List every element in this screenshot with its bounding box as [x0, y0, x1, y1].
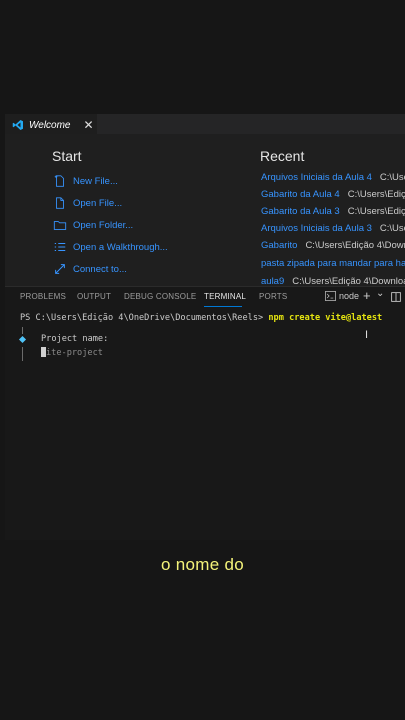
recent-item[interactable]: Gabarito C:\Users\Edição 4\Downloads: [261, 240, 405, 251]
recent-item-name: Gabarito da Aula 3: [261, 206, 340, 217]
start-heading: Start: [52, 148, 82, 164]
close-icon[interactable]: ✕: [84, 119, 94, 131]
welcome-tab[interactable]: Welcome ✕: [5, 114, 97, 135]
new-file-label: New File...: [73, 175, 118, 187]
open-file-icon: [56, 197, 64, 209]
editor-tab-bar: Welcome ✕: [5, 114, 405, 135]
recent-item-name: Gabarito: [261, 240, 298, 251]
open-file-link[interactable]: Open File...: [53, 196, 122, 210]
recent-item-name: Arquivos Iniciais da Aula 3: [261, 223, 372, 234]
recent-item-path: C:\Users\Edição 4\Downloads: [305, 240, 405, 251]
recent-item-path: C:\Users\Edição 4\Downloads: [347, 189, 405, 200]
prompt-guide-line: [22, 347, 23, 361]
terminal-prompt-line: PS C:\Users\Edição 4\OneDrive\Documentos…: [20, 313, 382, 323]
tab-terminal[interactable]: TERMINAL: [204, 292, 246, 301]
connect-to-link[interactable]: Connect to...: [53, 262, 127, 276]
chevron-down-icon[interactable]: ⌄: [376, 288, 384, 299]
split-terminal-icon[interactable]: [391, 292, 401, 302]
add-terminal-icon[interactable]: +: [363, 288, 371, 303]
folder-icon: [53, 221, 67, 230]
recent-heading: Recent: [260, 148, 305, 164]
new-file-link[interactable]: New File...: [53, 174, 118, 188]
vscode-logo-icon: [12, 120, 23, 130]
terminal-profile[interactable]: node: [325, 291, 359, 301]
list-icon: [54, 242, 66, 252]
open-folder-link[interactable]: Open Folder...: [53, 218, 133, 232]
recent-item[interactable]: Arquivos Iniciais da Aula 4 C:\Users\Ediç…: [261, 172, 405, 183]
recent-item[interactable]: Gabarito da Aula 4 C:\Users\Edição 4\Down…: [261, 189, 405, 200]
tab-problems[interactable]: PROBLEMS: [20, 292, 66, 301]
open-folder-label: Open Folder...: [73, 219, 134, 231]
open-walkthrough-label: Open a Walkthrough...: [73, 241, 168, 253]
recent-item-path: C:\Users\Edição 4\Downloads: [379, 223, 405, 234]
recent-item-path: C:\Users\Edição 4\Downloads: [379, 172, 405, 183]
typed-command: npm create vite@latest: [268, 313, 383, 323]
welcome-tab-label: Welcome: [29, 119, 71, 131]
recent-item-name: pasta zipada para mandar para has: [261, 258, 405, 269]
open-walkthrough-link[interactable]: Open a Walkthrough...: [53, 240, 168, 254]
welcome-page: Start New File... Open File... Open Fold…: [5, 134, 405, 287]
open-file-label: Open File...: [73, 197, 123, 209]
question-diamond-icon: [18, 335, 27, 344]
recent-item-path: C:\Users\Edição 4\Downloads: [347, 206, 405, 217]
tab-output[interactable]: OUTPUT: [77, 292, 111, 301]
terminal-icon: [325, 291, 336, 301]
recent-item-name: Arquivos Iniciais da Aula 4: [261, 172, 372, 183]
recent-item[interactable]: pasta zipada para mandar para has: [261, 258, 405, 269]
remote-connect-icon: [55, 264, 65, 274]
new-file-icon: [54, 175, 64, 187]
shell-name: node: [339, 291, 360, 301]
connect-to-label: Connect to...: [73, 263, 127, 275]
placeholder-rest: ite-project: [46, 348, 103, 358]
video-caption: o nome do: [160, 555, 245, 574]
bottom-panel: PROBLEMS OUTPUT DEBUG CONSOLE TERMINAL P…: [5, 286, 405, 540]
prompt-guide-line: [22, 327, 23, 334]
recent-item[interactable]: Gabarito da Aula 3 C:\Users\Edição 4\Down…: [261, 206, 405, 217]
project-name-input[interactable]: ite-project: [41, 347, 103, 358]
active-tab-indicator: [204, 306, 242, 307]
tab-debug-console[interactable]: DEBUG CONSOLE: [124, 292, 196, 301]
tab-ports[interactable]: PORTS: [259, 292, 287, 301]
vscode-window: Welcome ✕ Start New File... Open File...…: [5, 114, 405, 540]
panel-tab-bar: PROBLEMS OUTPUT DEBUG CONSOLE TERMINAL P…: [5, 287, 405, 309]
recent-item-name: Gabarito da Aula 4: [261, 189, 340, 200]
mouse-ibeam-cursor: I: [365, 329, 369, 341]
prompt-path: PS C:\Users\Edição 4\OneDrive\Documentos…: [20, 313, 264, 323]
recent-item[interactable]: Arquivos Iniciais da Aula 3 C:\Users\Ediç…: [261, 223, 405, 234]
project-name-question: Project name:: [41, 334, 109, 344]
